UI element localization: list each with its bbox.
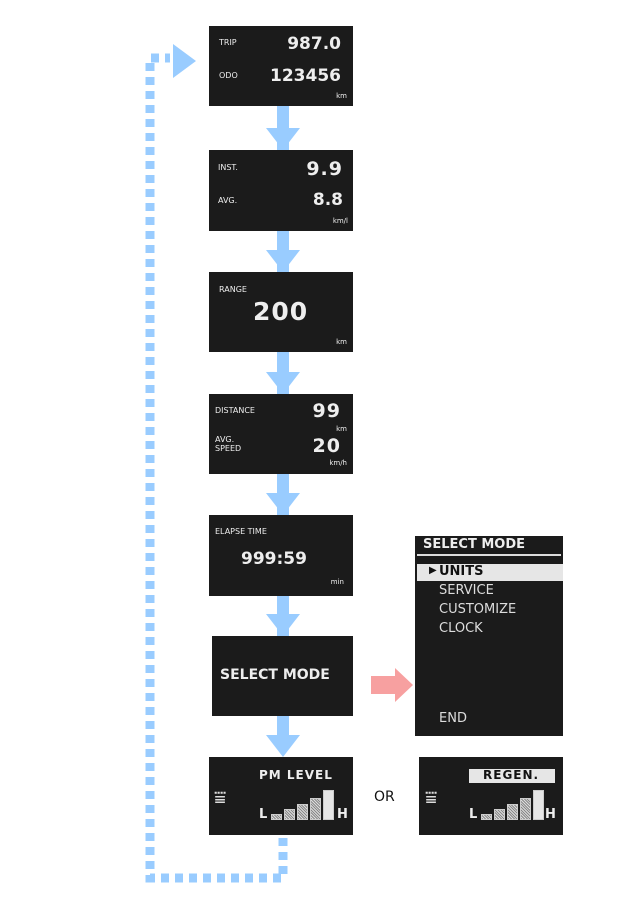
menu-item-selected[interactable]: ▶ UNITS — [417, 564, 563, 581]
high-label: H — [337, 807, 348, 822]
right-arrow — [173, 44, 196, 78]
distance-unit: km — [336, 425, 347, 433]
pm-level-bars — [271, 790, 334, 820]
menu-title: SELECT MODE — [423, 537, 526, 552]
title-underline — [417, 554, 561, 556]
down-arrow — [266, 735, 300, 757]
avg-speed-label-2: SPEED — [215, 444, 242, 453]
regen-badge: REGEN. — [469, 768, 555, 783]
distance-speed-screen: DISTANCE 99 km AVG. SPEED 20 km/h — [209, 394, 353, 474]
level-bar — [271, 814, 282, 820]
trip-label: TRIP — [219, 38, 237, 47]
pm-level-screen: ⩸ PM LEVEL L H — [209, 757, 353, 835]
level-bar — [297, 804, 308, 820]
select-mode-menu: SELECT MODE ▶ UNITS SERVICE CUSTOMIZE CL… — [415, 536, 563, 736]
inst-label: INST. — [218, 163, 238, 172]
range-label: RANGE — [219, 285, 247, 294]
regen-screen: ⩸ REGEN. L H — [419, 757, 563, 835]
trip-value: 987.0 — [287, 34, 341, 54]
fuel-economy-screen: INST. 9.9 AVG. 8.8 km/l — [209, 150, 353, 231]
regen-level-bars — [481, 790, 544, 820]
level-bar — [520, 798, 531, 820]
select-mode-label: SELECT MODE — [220, 667, 330, 683]
level-bar — [494, 809, 505, 820]
distance-label: DISTANCE — [215, 406, 255, 415]
menu-item-end[interactable]: END — [439, 711, 467, 726]
level-bar — [507, 804, 518, 820]
side-arrow — [371, 668, 413, 702]
range-value: 200 — [253, 297, 309, 326]
pm-level-label: PM LEVEL — [259, 768, 333, 782]
down-arrow — [266, 128, 300, 150]
inst-value: 9.9 — [306, 158, 343, 180]
level-bar — [284, 809, 295, 820]
speed-unit: km/h — [329, 459, 347, 467]
level-bar — [533, 790, 544, 820]
avg-value: 8.8 — [312, 190, 343, 210]
regen-label: REGEN. — [483, 768, 540, 782]
level-bar — [310, 798, 321, 820]
display-mode-diagram: TRIP 987.0 ODO 123456 km INST. 9.9 AVG. … — [0, 0, 638, 903]
level-bar — [481, 814, 492, 820]
odo-unit: km — [336, 92, 347, 100]
dpf-filter-icon: ⩸ — [214, 785, 227, 809]
or-label: OR — [374, 789, 395, 805]
dpf-filter-icon: ⩸ — [425, 785, 438, 809]
avg-speed-label: AVG. — [215, 435, 235, 444]
avg-label: AVG. — [218, 196, 238, 205]
down-arrow — [266, 614, 300, 636]
elapse-value: 999:59 — [241, 549, 307, 569]
avg-speed-value: 20 — [312, 435, 341, 457]
range-unit: km — [336, 338, 347, 346]
elapse-unit: min — [330, 578, 344, 586]
select-mode-screen: SELECT MODE — [212, 636, 353, 716]
down-arrow — [266, 493, 300, 515]
menu-item-clock[interactable]: CLOCK — [439, 621, 483, 636]
range-screen: RANGE 200 km — [209, 272, 353, 352]
level-bar — [323, 790, 334, 820]
menu-item-service[interactable]: SERVICE — [439, 583, 494, 598]
down-arrow — [266, 250, 300, 272]
menu-item-customize[interactable]: CUSTOMIZE — [439, 602, 516, 617]
odo-value: 123456 — [270, 66, 341, 86]
elapse-label: ELAPSE TIME — [215, 527, 267, 536]
elapse-time-screen: ELAPSE TIME 999:59 min — [209, 515, 353, 596]
down-arrow — [266, 372, 300, 394]
low-label: L — [469, 807, 478, 822]
trip-screen: TRIP 987.0 ODO 123456 km — [209, 26, 353, 106]
low-label: L — [259, 807, 268, 822]
menu-item-units: UNITS — [439, 564, 484, 579]
high-label: H — [545, 807, 556, 822]
fuel-unit: km/l — [332, 217, 348, 225]
odo-label: ODO — [219, 71, 238, 80]
distance-value: 99 — [312, 400, 341, 422]
caret-right-icon: ▶ — [429, 565, 437, 576]
